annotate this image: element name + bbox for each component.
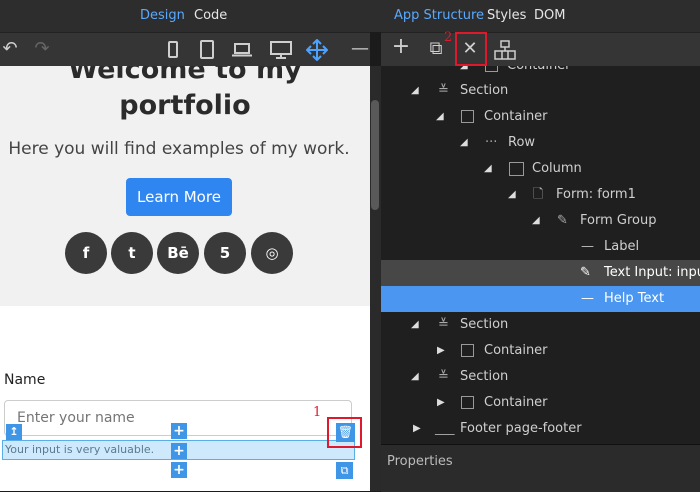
tagline: Here you will find examples of my work. (8, 139, 350, 159)
tab-styles[interactable]: Styles (487, 8, 526, 23)
tree-item-container[interactable]: ◢ Container (381, 104, 700, 130)
tree-item-section[interactable]: ◢ ≚ Section (381, 312, 700, 338)
tree-item-label: Label (604, 239, 640, 254)
tablet-view-icon[interactable] (200, 40, 214, 59)
tree-item-form-group[interactable]: ◢ ✎ Form Group (381, 208, 700, 234)
behance-icon[interactable]: Bē (157, 232, 199, 274)
html5-icon[interactable]: 5 (204, 232, 246, 274)
tree-item-label: Row (508, 135, 536, 150)
twitter-icon[interactable]: t (111, 232, 153, 274)
structure-toolbar: + ⧉ ✕ (381, 32, 700, 67)
tab-app-structure[interactable]: App Structure (394, 8, 484, 23)
pencil-icon: ✎ (557, 213, 568, 228)
annotation-box-delete (455, 32, 487, 66)
tree-item-container[interactable]: ▶ Container (381, 338, 700, 364)
design-toolbar: ↶ ↷ — (0, 32, 370, 67)
row-icon: ··· (485, 135, 498, 150)
tree-item-label: Text Input: input1 (604, 265, 700, 280)
add-inside-icon[interactable]: + (171, 443, 187, 459)
hero-section: Welcome to my portfolio Here you will fi… (0, 66, 370, 306)
redo-icon[interactable]: ↷ (32, 40, 52, 58)
text-icon: — (581, 291, 594, 306)
annotation-number-2: 2 (444, 30, 453, 45)
move-icon[interactable] (305, 38, 329, 62)
tree-item-form[interactable]: ◢ 🗋 Form: form1 (381, 182, 700, 208)
app-structure-tree: ◢ Container ◢ ≚ Section ◢ Container ◢ ··… (381, 66, 700, 444)
tree-item-label: Form Group (580, 213, 657, 228)
learn-more-button[interactable]: Learn More (126, 178, 232, 216)
tab-design[interactable]: Design (140, 8, 185, 23)
form-icon: 🗋 (533, 187, 544, 202)
tree-item-label: Form: form1 (556, 187, 636, 202)
tree-item-label-node[interactable]: — Label (381, 234, 700, 260)
tree-item-footer[interactable]: ▶ ___ Footer page-footer (381, 416, 700, 442)
tree-item-label: Column (532, 161, 582, 176)
label-icon: — (581, 239, 594, 254)
add-below-icon[interactable]: + (171, 462, 187, 478)
tree-item-label: Footer page-footer (460, 421, 582, 436)
hierarchy-icon[interactable] (494, 40, 516, 60)
tree-item-label: Container (484, 343, 548, 358)
tree-item-label: Section (460, 369, 509, 384)
tree-item-label: Container (484, 395, 548, 410)
pencil-icon: ✎ (580, 265, 591, 280)
tree-item-label: Help Text (604, 291, 665, 306)
section-icon: ≚ (438, 317, 449, 332)
annotation-box-trash (327, 417, 362, 448)
undo-icon[interactable]: ↶ (0, 40, 20, 58)
tree-item-help-text[interactable]: — Help Text (381, 286, 700, 312)
tree-item-label: Container (484, 109, 548, 124)
tab-code[interactable]: Code (194, 8, 227, 23)
tree-item-container[interactable]: ▶ Container (381, 390, 700, 416)
container-icon (461, 396, 474, 409)
properties-panel[interactable]: Properties (381, 444, 700, 492)
container-icon (461, 110, 474, 123)
tree-item-label: Section (460, 317, 509, 332)
dribbble-icon[interactable]: ◎ (251, 232, 293, 274)
minimize-icon[interactable]: — (350, 40, 370, 58)
move-up-icon[interactable]: ↥ (6, 424, 22, 440)
desktop-view-icon[interactable] (270, 41, 292, 59)
add-icon[interactable]: + (391, 36, 411, 58)
page-title-line1: Welcome to my (68, 66, 302, 85)
section-icon: ≚ (438, 369, 449, 384)
tree-item-row[interactable]: ◢ ··· Row (381, 130, 700, 156)
tree-item-section[interactable]: ◢ ≚ Section (381, 78, 700, 104)
tree-item-text-input[interactable]: ✎ Text Input: input1 (381, 260, 700, 286)
canvas-scrollbar[interactable] (371, 100, 379, 210)
name-label: Name (4, 372, 46, 388)
phone-view-icon[interactable] (168, 41, 178, 58)
facebook-icon[interactable]: f (65, 232, 107, 274)
section-icon: ≚ (438, 83, 449, 98)
tree-item-column[interactable]: ◢ Column (381, 156, 700, 182)
tree-item-label: Section (460, 83, 509, 98)
page-title-line2: portfolio (119, 90, 251, 121)
tab-dom[interactable]: DOM (534, 8, 565, 23)
clone-icon[interactable]: ⧉ (426, 40, 446, 58)
footer-icon: ___ (435, 421, 455, 436)
properties-label: Properties (387, 454, 453, 469)
column-icon (509, 162, 524, 176)
laptop-view-icon[interactable] (232, 43, 252, 57)
add-above-icon[interactable]: + (171, 423, 187, 439)
annotation-number-1: 1 (313, 405, 322, 420)
container-icon (461, 344, 474, 357)
duplicate-icon[interactable]: ⧉ (336, 462, 353, 479)
top-tab-bar: Design Code App Structure Styles DOM (0, 0, 700, 32)
design-canvas[interactable]: Welcome to my portfolio Here you will fi… (0, 66, 370, 491)
tree-item-section[interactable]: ◢ ≚ Section (381, 364, 700, 390)
